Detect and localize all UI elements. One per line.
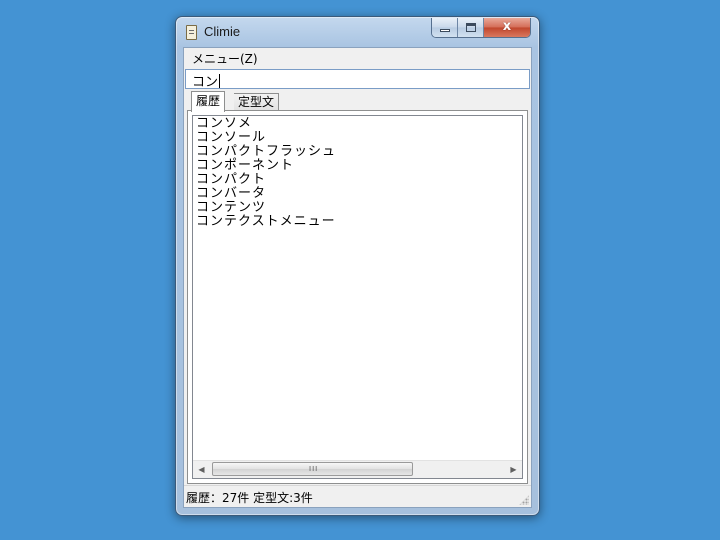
menu-bar: メニュー(Z) (184, 48, 531, 68)
scrollbar-thumb[interactable]: III (212, 462, 413, 476)
list-item[interactable]: コンパクト (196, 173, 336, 187)
list-item[interactable]: コンソール (196, 131, 336, 145)
app-window: Climie x メニュー(Z) コン 履歴 定型文 コンソメ コンソール コン… (175, 16, 540, 516)
maximize-button[interactable] (458, 18, 484, 37)
grip-icon: III (309, 465, 319, 473)
scroll-right-icon[interactable]: ▶ (505, 461, 522, 478)
list-item[interactable]: コンテンツ (196, 201, 336, 215)
scroll-left-icon[interactable]: ◀ (193, 461, 210, 478)
minimize-icon (440, 29, 450, 32)
list-item[interactable]: コンバータ (196, 187, 336, 201)
search-input-value: コン (192, 75, 219, 90)
list-item[interactable]: コンポーネント (196, 159, 336, 173)
list-item[interactable]: コンテクストメニュー (196, 215, 336, 229)
notepad-icon (186, 25, 197, 40)
tab-strip: 履歴 定型文 (187, 91, 528, 112)
close-icon: x (502, 19, 512, 34)
window-title: Climie (204, 24, 241, 39)
maximize-icon (466, 23, 476, 32)
history-list: コンソメ コンソール コンパクトフラッシュ コンポーネント コンパクト コンバー… (196, 117, 336, 229)
list-item[interactable]: コンパクトフラッシュ (196, 145, 336, 159)
tab-templates[interactable]: 定型文 (234, 93, 280, 111)
title-bar[interactable]: Climie x (176, 17, 539, 47)
menu-item-menu[interactable]: メニュー(Z) (191, 50, 259, 67)
tab-panel: コンソメ コンソール コンパクトフラッシュ コンポーネント コンパクト コンバー… (187, 110, 528, 484)
history-listbox[interactable]: コンソメ コンソール コンパクトフラッシュ コンポーネント コンパクト コンバー… (192, 115, 523, 479)
horizontal-scrollbar[interactable]: ◀ III ▶ (193, 460, 522, 478)
list-item[interactable]: コンソメ (196, 117, 336, 131)
search-input[interactable]: コン (185, 69, 530, 90)
status-bar: 履歴：27件 定型文:3件 (184, 485, 531, 507)
text-caret (219, 74, 221, 88)
client-area: メニュー(Z) コン 履歴 定型文 コンソメ コンソール コンパクトフラッシュ … (183, 47, 532, 508)
tab-history[interactable]: 履歴 (191, 91, 226, 112)
resize-grip-icon[interactable] (519, 495, 529, 505)
status-text: 履歴：27件 定型文:3件 (186, 491, 313, 505)
minimize-button[interactable] (432, 18, 458, 37)
caption-buttons: x (431, 18, 531, 38)
close-button[interactable]: x (484, 18, 530, 37)
